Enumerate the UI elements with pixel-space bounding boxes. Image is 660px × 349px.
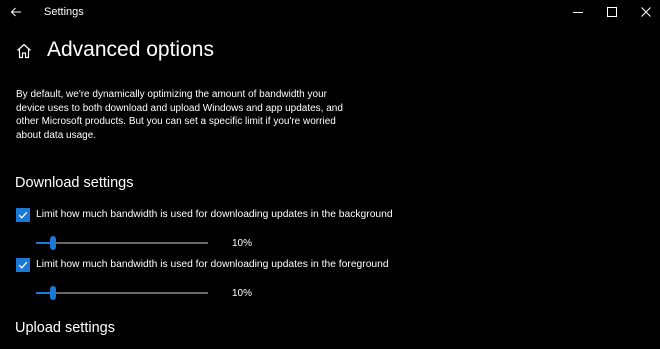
close-button[interactable] [629,0,660,24]
foreground-limit-checkbox-row[interactable]: Limit how much bandwidth is used for dow… [16,257,389,273]
minimize-icon [573,12,583,13]
description-text: By default, we're dynamically optimizing… [16,89,343,141]
download-settings-heading: Download settings [15,175,134,191]
minimize-button[interactable] [561,0,595,24]
back-button[interactable] [0,0,32,24]
background-bandwidth-slider[interactable] [36,236,208,250]
slider-track [53,292,208,294]
back-arrow-icon [10,7,21,17]
slider-track [53,242,208,244]
slider-thumb[interactable] [50,236,57,250]
background-limit-label: Limit how much bandwidth is used for dow… [36,209,393,220]
maximize-button[interactable] [595,0,629,24]
title-bar: Settings [0,0,660,24]
upload-settings-heading: Upload settings [15,320,115,336]
checkmark-icon [18,211,28,219]
maximize-icon [607,7,617,17]
foreground-limit-label: Limit how much bandwidth is used for dow… [36,259,389,270]
background-limit-checkbox-row[interactable]: Limit how much bandwidth is used for dow… [16,207,393,223]
home-button[interactable] [15,42,33,60]
settings-window: Settings Advanced options By default, we… [0,0,660,349]
checkmark-icon [18,261,28,269]
background-limit-checkbox[interactable] [16,208,30,222]
app-title: Settings [44,6,84,18]
background-bandwidth-value: 10% [232,238,253,249]
page-title: Advanced options [47,38,214,61]
home-icon [17,43,31,59]
slider-thumb[interactable] [50,286,57,300]
foreground-limit-checkbox[interactable] [16,258,30,272]
foreground-bandwidth-slider[interactable] [36,286,208,300]
close-icon [641,7,651,17]
foreground-bandwidth-value: 10% [232,288,253,299]
